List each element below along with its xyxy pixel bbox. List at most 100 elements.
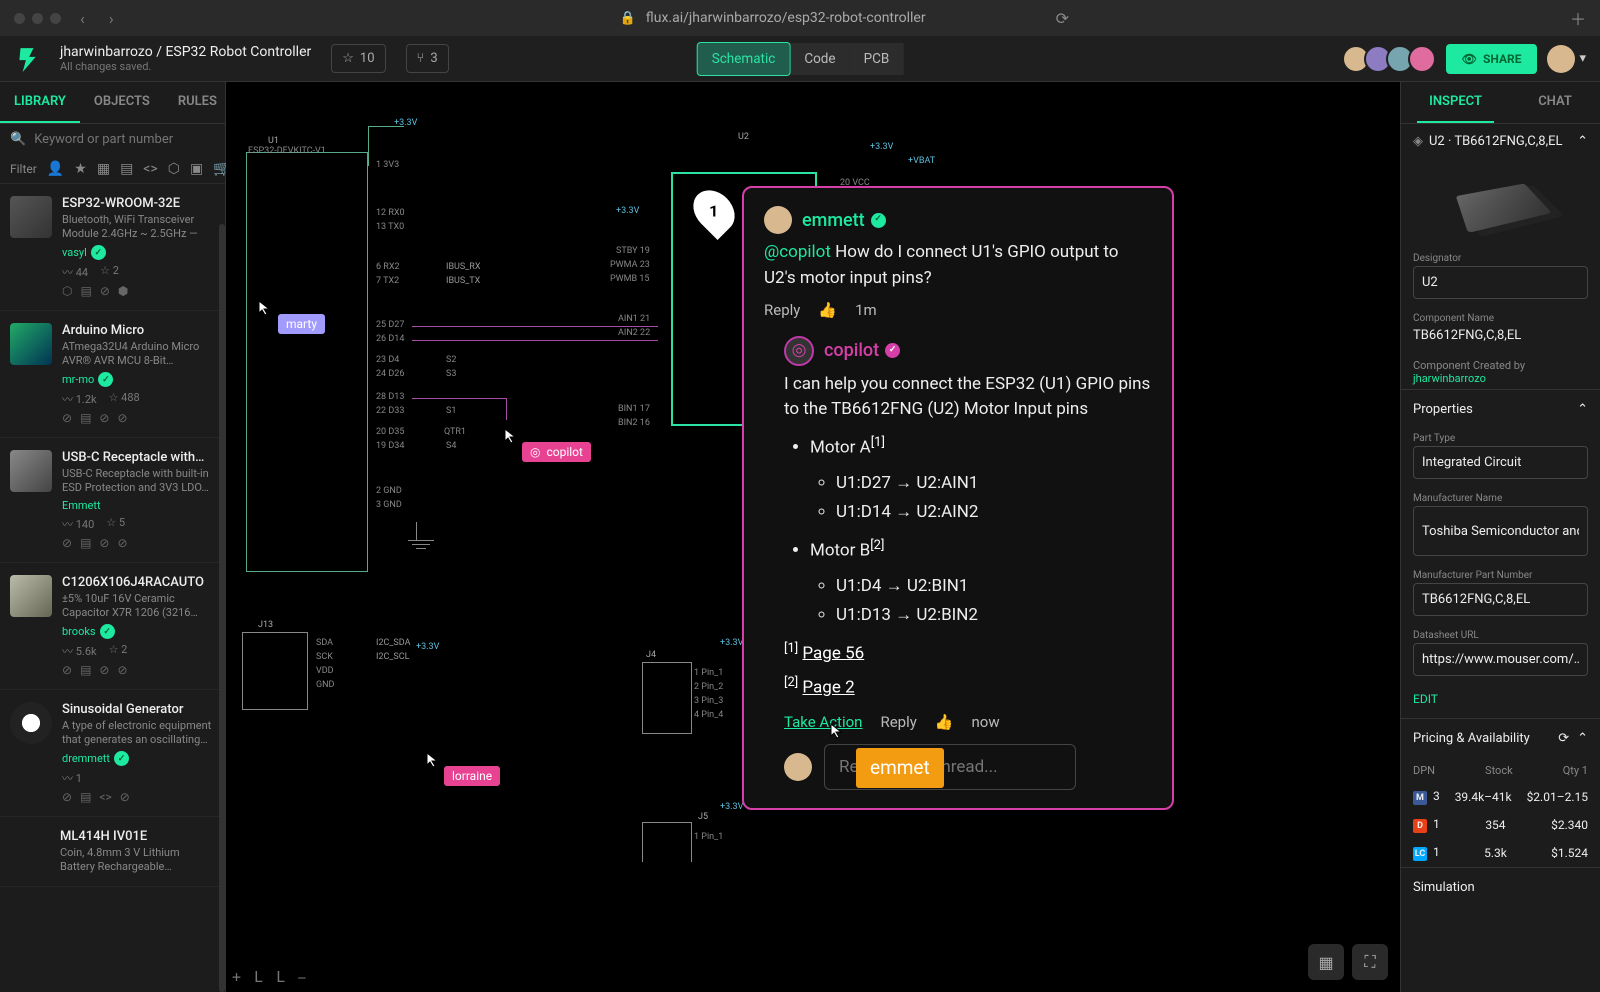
reload-icon[interactable]: ⟳	[1056, 9, 1069, 28]
component-j4[interactable]	[642, 662, 692, 734]
verified-icon: ✓	[100, 624, 115, 639]
cursor-lorraine	[426, 752, 440, 768]
forward-button[interactable]: ›	[104, 7, 119, 30]
filter-star-icon[interactable]: ★	[74, 161, 87, 177]
price-row[interactable]: M339.4k–41k$2.01–2.15	[1401, 783, 1600, 811]
back-button[interactable]: ‹	[75, 7, 90, 30]
right-panel: INSPECT CHAT ◈U2 · TB6612FNG,C,8,EL ⌃ De…	[1400, 82, 1600, 992]
view-tabs: Schematic Code PCB	[697, 42, 904, 76]
part-item[interactable]: C1206X106J4RACAUTO ±5% 10uF 16V Ceramic …	[0, 563, 225, 690]
mpn-input[interactable]	[1413, 583, 1588, 616]
part-item[interactable]: Sinusoidal Generator A type of electroni…	[0, 690, 225, 817]
address-bar[interactable]: 🔒 flux.ai/jharwinbarrozo/esp32-robot-con…	[133, 9, 1556, 28]
filter-grid-icon[interactable]: ▦	[97, 161, 110, 177]
avatar	[764, 206, 792, 234]
star-count[interactable]: ☆ 10	[331, 44, 385, 73]
new-tab-button[interactable]: ＋	[1570, 6, 1586, 30]
tab-rules[interactable]: RULES	[164, 82, 231, 123]
refresh-icon[interactable]: ⟳	[1558, 731, 1569, 746]
filter-layout-icon[interactable]: ▤	[120, 161, 133, 177]
datasheet-input[interactable]	[1413, 643, 1588, 676]
vendor-badge: LC	[1413, 847, 1427, 861]
close-dot[interactable]	[14, 13, 25, 24]
take-action-link[interactable]: Take Action	[784, 711, 862, 734]
thumbs-up-icon[interactable]: 👍	[935, 711, 954, 734]
price-row[interactable]: LC15.3k$1.524	[1401, 839, 1600, 867]
component-j5[interactable]	[642, 822, 692, 862]
part-thumbnail	[10, 702, 52, 744]
inspect-header[interactable]: ◈U2 · TB6612FNG,C,8,EL ⌃	[1401, 124, 1600, 159]
browser-chrome: ‹ › 🔒 flux.ai/jharwinbarrozo/esp32-robot…	[0, 0, 1600, 36]
sidebar-tabs: LIBRARY OBJECTS RULES	[0, 82, 225, 124]
price-row[interactable]: D1354$2.340	[1401, 811, 1600, 839]
share-button[interactable]: 👁 SHARE	[1446, 44, 1538, 74]
part-item[interactable]: Arduino Micro ATmega32U4 Arduino Micro A…	[0, 311, 225, 438]
verified-icon: ✓	[114, 751, 129, 766]
tab-schematic[interactable]: Schematic	[697, 42, 791, 76]
cursor-emmet	[830, 722, 844, 738]
part-item[interactable]: USB-C Receptacle with… USB-C Receptacle …	[0, 438, 225, 563]
cursor-label-emmet: emmet	[856, 748, 944, 789]
filter-code-icon[interactable]: <>	[143, 161, 157, 177]
simulation-section[interactable]: Simulation	[1401, 867, 1600, 907]
part-thumbnail	[10, 196, 52, 238]
part-item[interactable]: ML414H IV01E Coin, 4.8mm 3 V Lithium Bat…	[0, 817, 225, 887]
schematic-canvas[interactable]: U1 ESP32-DEVKITC-V1 +3.3V 1 3V3 12 RX0 1…	[226, 82, 1400, 992]
fork-count[interactable]: ⑂ 3	[406, 44, 449, 73]
part-thumbnail	[10, 575, 52, 617]
star-icon: ☆	[342, 51, 354, 66]
citation-link[interactable]: Page 2	[802, 678, 854, 698]
grid-toggle-button[interactable]: ▦	[1308, 944, 1344, 980]
tab-chat[interactable]: CHAT	[1526, 82, 1584, 123]
filter-user-icon[interactable]: 👤	[47, 161, 64, 177]
breadcrumb[interactable]: jharwinbarrozo / ESP32 Robot Controller …	[60, 44, 311, 73]
component-3d-preview[interactable]	[1401, 159, 1600, 249]
properties-section[interactable]: Properties⌃	[1401, 389, 1600, 429]
left-panel: LIBRARY OBJECTS RULES 🔍 Filter 👤 ★ ▦ ▤ <…	[0, 82, 226, 992]
tab-pcb[interactable]: PCB	[850, 43, 904, 75]
designator-input[interactable]	[1413, 266, 1588, 299]
fullscreen-button[interactable]: ⛶	[1352, 944, 1388, 980]
reply-link[interactable]: Reply	[764, 299, 800, 322]
chevron-up-icon[interactable]: ⌃	[1577, 134, 1588, 149]
part-item[interactable]: ESP32-WROOM-32E Bluetooth, WiFi Transcei…	[0, 184, 225, 311]
tab-objects[interactable]: OBJECTS	[80, 82, 164, 123]
verified-icon: ✓	[871, 213, 886, 228]
filter-3d-icon[interactable]: ⬡	[168, 161, 180, 177]
search-icon: 🔍	[10, 132, 26, 147]
user-menu[interactable]: ▾	[1547, 45, 1586, 73]
reply-link[interactable]: Reply	[880, 711, 916, 734]
component-u1[interactable]	[246, 152, 368, 572]
manufacturer-input[interactable]	[1413, 506, 1588, 556]
traffic-lights	[14, 13, 61, 24]
pricing-section[interactable]: Pricing & Availability ⟳⌃	[1401, 718, 1600, 758]
avatar	[784, 753, 812, 781]
filter-stack-icon[interactable]: ▣	[190, 161, 203, 177]
search-input[interactable]	[34, 132, 215, 147]
library-search[interactable]: 🔍	[0, 124, 225, 155]
citation-link[interactable]: Page 56	[802, 643, 864, 663]
comment-body: @copilot How do I connect U1's GPIO outp…	[764, 240, 1152, 291]
vendor-badge: M	[1413, 791, 1427, 805]
part-type-input[interactable]	[1413, 446, 1588, 479]
edit-link[interactable]: EDIT	[1401, 686, 1600, 718]
tab-code[interactable]: Code	[790, 43, 849, 75]
component-j13[interactable]	[242, 632, 308, 710]
icon: ⬡	[62, 284, 72, 298]
max-dot[interactable]	[50, 13, 61, 24]
icon: ▤	[80, 284, 91, 298]
author-link[interactable]: jharwinbarrozo	[1413, 372, 1486, 385]
app-header: jharwinbarrozo / ESP32 Robot Controller …	[0, 36, 1600, 82]
tab-library[interactable]: LIBRARY	[0, 82, 80, 123]
min-dot[interactable]	[32, 13, 43, 24]
verified-icon: ✓	[885, 343, 900, 358]
comment-thread[interactable]: 1 emmett✓ @copilot How do I connect U1's…	[742, 186, 1174, 810]
parts-list[interactable]: ESP32-WROOM-32E Bluetooth, WiFi Transcei…	[0, 184, 225, 992]
chevron-down-icon: ▾	[1579, 51, 1586, 66]
tab-inspect[interactable]: INSPECT	[1417, 82, 1494, 123]
avatar[interactable]	[1408, 45, 1436, 73]
flux-logo[interactable]	[14, 46, 40, 72]
presence-avatars[interactable]	[1348, 45, 1436, 73]
thumbs-up-icon[interactable]: 👍	[818, 299, 837, 322]
scrollbar[interactable]	[219, 224, 225, 992]
